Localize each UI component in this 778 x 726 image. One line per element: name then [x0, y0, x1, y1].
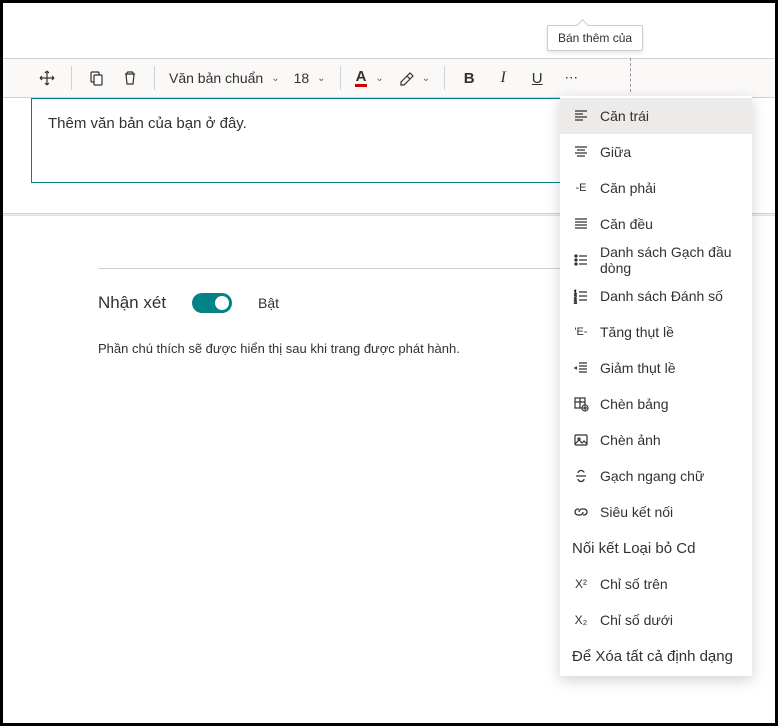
- move-icon[interactable]: [31, 62, 63, 94]
- italic-button[interactable]: I: [487, 62, 519, 94]
- menu-label: Căn đều: [600, 216, 653, 232]
- subscript-icon: X₂: [572, 613, 590, 627]
- chevron-down-icon: ⌄: [271, 73, 279, 84]
- separator: [444, 66, 445, 90]
- strikethrough-icon: [572, 468, 590, 484]
- menu-label: Nối kết Loại bỏ Cd: [572, 540, 695, 557]
- comments-toggle[interactable]: [192, 293, 232, 313]
- separator: [340, 66, 341, 90]
- menu-label: Giữa: [600, 144, 631, 160]
- chevron-down-icon: ⌄: [375, 73, 383, 84]
- font-color-icon: A: [355, 70, 368, 87]
- menu-label: Danh sách Đánh số: [600, 288, 723, 304]
- menu-align-left[interactable]: Căn trái: [560, 98, 752, 134]
- align-right-icon: -E: [572, 182, 590, 194]
- menu-label: Căn trái: [600, 108, 649, 124]
- highlight-dropdown[interactable]: ⌄: [392, 62, 436, 94]
- menu-justify[interactable]: Căn đều: [560, 206, 752, 242]
- tooltip-more: Bán thêm của: [547, 25, 643, 51]
- menu-indent[interactable]: 'E- Tăng thụt lề: [560, 314, 752, 350]
- outdent-icon: [572, 360, 590, 376]
- separator: [154, 66, 155, 90]
- menu-label: Căn phải: [600, 180, 656, 196]
- menu-label: Giảm thụt lề: [600, 360, 675, 376]
- bullet-list-icon: [572, 252, 590, 268]
- chevron-down-icon: ⌄: [422, 73, 430, 84]
- menu-label: Để Xóa tất cả định dạng: [572, 648, 733, 665]
- menu-remove-link[interactable]: Nối kết Loại bỏ Cd: [560, 530, 752, 566]
- highlight-icon: [398, 70, 414, 86]
- divider: [98, 268, 575, 269]
- menu-align-right[interactable]: -E Căn phải: [560, 170, 752, 206]
- menu-label: Chèn bảng: [600, 396, 669, 412]
- comments-section: Nhận xét Bật Phần chú thích sẽ được hiển…: [98, 268, 575, 356]
- indent-icon: 'E-: [572, 326, 590, 338]
- font-size-dropdown[interactable]: 18 ⌄: [288, 62, 332, 94]
- font-color-dropdown[interactable]: A ⌄: [349, 62, 390, 94]
- link-icon: [572, 504, 590, 520]
- delete-icon[interactable]: [114, 62, 146, 94]
- menu-label: Chỉ số dưới: [600, 612, 673, 628]
- text-editor[interactable]: Thêm văn bản của bạn ở đây.: [31, 98, 579, 183]
- page-dash: [630, 58, 631, 92]
- number-list-icon: 123: [572, 288, 590, 304]
- menu-label: Siêu kết nối: [600, 504, 673, 520]
- superscript-icon: X²: [572, 577, 590, 591]
- align-left-icon: [572, 108, 590, 124]
- chevron-down-icon: ⌄: [317, 73, 325, 84]
- comments-note: Phần chú thích sẽ được hiển thị sau khi …: [98, 341, 575, 356]
- toolbar: Văn bản chuẩn ⌄ 18 ⌄ A ⌄ ⌄ B I U ⋯: [3, 58, 775, 98]
- menu-strikethrough[interactable]: Gạch ngang chữ: [560, 458, 752, 494]
- menu-number-list[interactable]: 123 Danh sách Đánh số: [560, 278, 752, 314]
- menu-clear-format[interactable]: Để Xóa tất cả định dạng: [560, 638, 752, 674]
- justify-icon: [572, 216, 590, 232]
- menu-align-center[interactable]: Giữa: [560, 134, 752, 170]
- table-icon: [572, 396, 590, 412]
- more-menu: Căn trái Giữa -E Căn phải Căn đều Danh s…: [560, 96, 752, 676]
- menu-insert-table[interactable]: Chèn bảng: [560, 386, 752, 422]
- menu-label: Chèn ảnh: [600, 432, 661, 448]
- comments-title: Nhận xét: [98, 293, 166, 313]
- menu-insert-image[interactable]: Chèn ảnh: [560, 422, 752, 458]
- font-size-value: 18: [294, 70, 310, 86]
- menu-outdent[interactable]: Giảm thụt lề: [560, 350, 752, 386]
- underline-button[interactable]: U: [521, 62, 553, 94]
- copy-icon[interactable]: [80, 62, 112, 94]
- bold-button[interactable]: B: [453, 62, 485, 94]
- text-style-label: Văn bản chuẩn: [169, 70, 263, 86]
- menu-label: Danh sách Gạch đầu dòng: [600, 244, 740, 276]
- more-button[interactable]: ⋯: [555, 62, 587, 94]
- align-center-icon: [572, 144, 590, 160]
- editor-placeholder: Thêm văn bản của bạn ở đây.: [48, 115, 562, 132]
- menu-bullet-list[interactable]: Danh sách Gạch đầu dòng: [560, 242, 752, 278]
- text-style-dropdown[interactable]: Văn bản chuẩn ⌄: [163, 62, 286, 94]
- menu-superscript[interactable]: X² Chỉ số trên: [560, 566, 752, 602]
- menu-label: Chỉ số trên: [600, 576, 668, 592]
- menu-label: Gạch ngang chữ: [600, 468, 704, 484]
- separator: [71, 66, 72, 90]
- image-icon: [572, 432, 590, 448]
- toggle-label: Bật: [258, 295, 279, 311]
- svg-text:3: 3: [574, 300, 577, 304]
- menu-subscript[interactable]: X₂ Chỉ số dưới: [560, 602, 752, 638]
- menu-hyperlink[interactable]: Siêu kết nối: [560, 494, 752, 530]
- menu-label: Tăng thụt lề: [600, 324, 674, 340]
